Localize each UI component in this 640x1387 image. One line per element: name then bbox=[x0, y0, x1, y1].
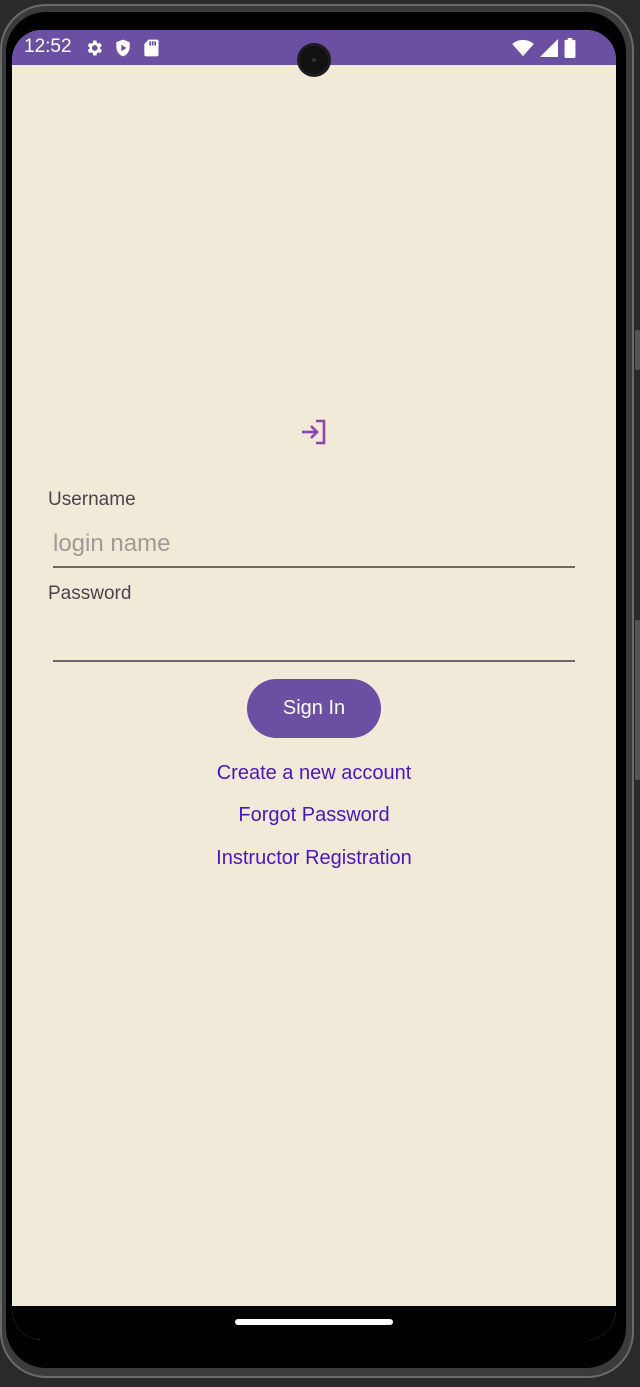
create-account-link[interactable]: Create a new account bbox=[12, 762, 616, 785]
device: 12:52 Username login name Password Sign … bbox=[0, 0, 640, 1387]
status-right-icons bbox=[512, 38, 576, 58]
screen: 12:52 Username login name Password Sign … bbox=[12, 30, 616, 1340]
cell-signal-icon bbox=[540, 39, 558, 57]
front-camera bbox=[297, 43, 331, 77]
battery-icon bbox=[564, 38, 576, 58]
home-gesture-handle[interactable] bbox=[235, 1319, 393, 1325]
username-input[interactable]: login name bbox=[53, 524, 575, 568]
status-left-icons bbox=[84, 38, 160, 58]
forgot-password-link[interactable]: Forgot Password bbox=[12, 804, 616, 827]
volume-button bbox=[635, 330, 640, 370]
username-label: Username bbox=[48, 489, 136, 510]
username-placeholder: login name bbox=[53, 530, 171, 557]
password-input[interactable] bbox=[53, 618, 575, 662]
gear-icon bbox=[87, 40, 102, 56]
power-button bbox=[635, 620, 640, 780]
status-time: 12:52 bbox=[24, 36, 72, 57]
login-arrow-icon bbox=[302, 419, 326, 445]
navigation-bar bbox=[12, 1306, 616, 1340]
play-protect-icon bbox=[116, 39, 130, 57]
instructor-registration-link[interactable]: Instructor Registration bbox=[12, 847, 616, 870]
password-label: Password bbox=[48, 583, 132, 604]
sd-card-icon bbox=[144, 39, 159, 57]
wifi-icon bbox=[512, 39, 534, 57]
sign-in-button[interactable]: Sign In bbox=[247, 679, 381, 738]
